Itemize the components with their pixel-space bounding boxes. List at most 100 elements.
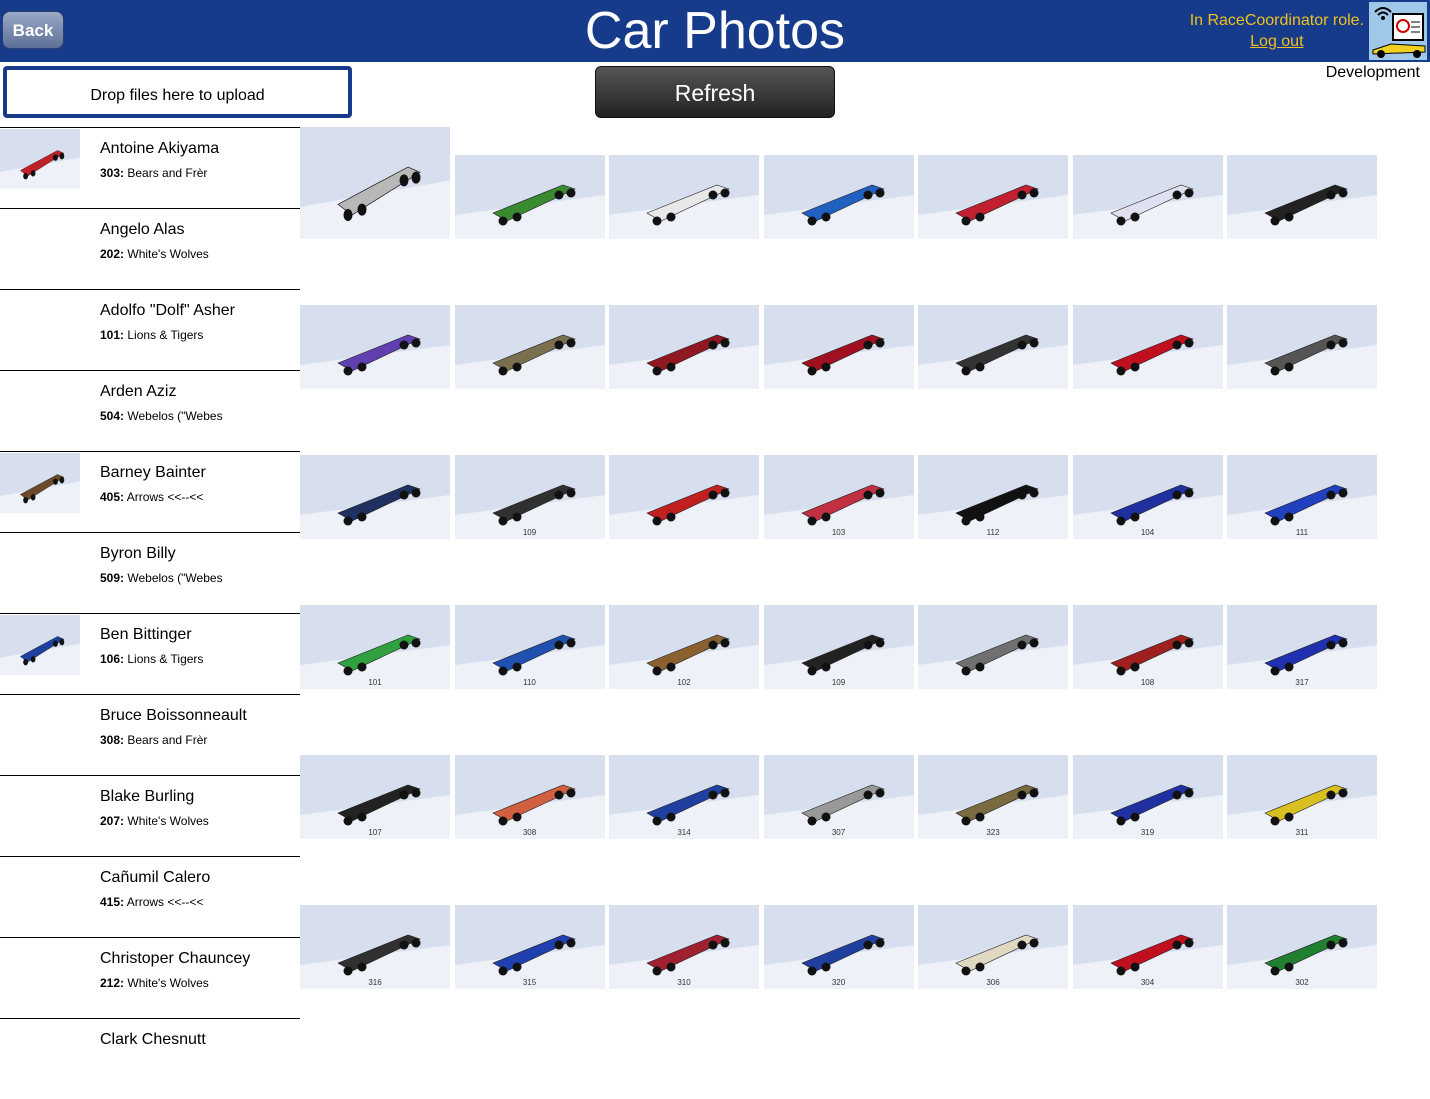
car-photo[interactable]: 103	[763, 455, 914, 539]
car-number-label: 314	[677, 828, 691, 837]
racer-name: Clark Chesnutt	[100, 1031, 206, 1048]
car-photo[interactable]	[1227, 155, 1377, 239]
racer-row[interactable]: Antoine Akiyama 303: Bears and Frèr	[0, 127, 300, 208]
den-name: White's Wolves	[127, 814, 209, 828]
car-photo[interactable]	[300, 305, 450, 389]
car-photo[interactable]: 323	[918, 755, 1068, 839]
car-photo[interactable]: 302	[1227, 905, 1377, 989]
racer-details: 504: Webelos ("Webes	[100, 409, 223, 423]
den-name: Arrows <<--<<	[126, 490, 204, 504]
car-number-label: 302	[1295, 978, 1309, 987]
car-photo[interactable]: 112	[918, 455, 1068, 539]
car-number-label: 311	[1295, 828, 1309, 837]
car-photo[interactable]: 310	[609, 905, 759, 989]
car-photo[interactable]: 315	[454, 905, 605, 989]
car-photo[interactable]: 109	[454, 455, 605, 539]
racer-row[interactable]: Arden Aziz 504: Webelos ("Webes	[0, 370, 300, 451]
racer-thumbnail	[0, 453, 80, 513]
racer-name: Adolfo "Dolf" Asher	[100, 302, 235, 319]
car-photo[interactable]: 320	[763, 905, 914, 989]
car-photo[interactable]	[609, 155, 759, 239]
car-photo[interactable]: 102	[609, 605, 759, 689]
racer-row[interactable]: Ben Bittinger 106: Lions & Tigers	[0, 613, 300, 694]
racer-row[interactable]: Bruce Boissonneault 308: Bears and Frèr	[0, 694, 300, 775]
racer-name: Christoper Chauncey	[100, 950, 251, 967]
racer-details: 207: White's Wolves	[100, 814, 209, 828]
racer-name: Bruce Boissonneault	[100, 707, 247, 724]
car-photo[interactable]: 111	[1227, 455, 1377, 539]
den-name: Bears and Frèr	[127, 733, 208, 747]
den-name: White's Wolves	[127, 976, 209, 990]
car-number-label: 316	[368, 978, 382, 987]
car-photo[interactable]: 319	[1072, 755, 1223, 839]
upload-dropzone[interactable]: Drop files here to upload	[3, 66, 352, 118]
car-photo[interactable]: 108	[1072, 605, 1223, 689]
den-name: Lions & Tigers	[127, 652, 204, 666]
den-name: Lions & Tigers	[127, 328, 204, 342]
racer-row[interactable]: Byron Billy 509: Webelos ("Webes	[0, 532, 300, 613]
racer-row[interactable]: Cañumil Calero 415: Arrows <<--<<	[0, 856, 300, 937]
car-photo[interactable]: 311	[1227, 755, 1377, 839]
logout-link[interactable]: Log out	[1190, 31, 1364, 52]
racer-thumbnail	[0, 129, 80, 189]
car-photo[interactable]: 107	[300, 755, 450, 839]
header-banner: Back Car Photos In RaceCoordinator role.…	[0, 0, 1430, 62]
car-photo[interactable]	[300, 127, 450, 239]
car-number: 106:	[100, 652, 125, 666]
car-photo[interactable]: 308	[454, 755, 605, 839]
car-photo[interactable]: 307	[763, 755, 914, 839]
den-name: Arrows <<--<<	[126, 895, 204, 909]
car-photo[interactable]	[609, 455, 759, 539]
racer-details: 106: Lions & Tigers	[100, 652, 203, 666]
car-number-label: 308	[522, 828, 537, 837]
car-number-label: 307	[831, 828, 846, 837]
car-number-label: 102	[677, 678, 691, 687]
car-photo[interactable]	[918, 305, 1068, 389]
car-photo[interactable]	[763, 155, 914, 239]
car-photo[interactable]	[454, 155, 605, 239]
car-photo[interactable]	[1227, 305, 1377, 389]
den-name: Webelos ("Webes	[127, 571, 223, 585]
car-photo[interactable]	[763, 305, 914, 389]
car-number-label: 110	[523, 678, 536, 687]
car-number: 202:	[100, 247, 125, 261]
car-photo[interactable]: 104	[1072, 455, 1223, 539]
racer-row[interactable]: Adolfo "Dolf" Asher 101: Lions & Tigers	[0, 289, 300, 370]
racer-details: 202: White's Wolves	[100, 247, 209, 261]
car-number-label: 306	[986, 978, 1000, 987]
car-photo[interactable]	[300, 455, 450, 539]
racer-name: Cañumil Calero	[100, 869, 211, 886]
car-number-label: 104	[1140, 528, 1155, 537]
den-name: Webelos ("Webes	[127, 409, 223, 423]
car-photo[interactable]: 304	[1072, 905, 1223, 989]
car-photo[interactable]	[918, 605, 1068, 689]
racer-thumbnail	[0, 615, 80, 675]
car-photo[interactable]: 316	[300, 905, 450, 989]
car-number-label: 112	[986, 528, 1000, 537]
den-name: White's Wolves	[127, 247, 209, 261]
car-photo[interactable]: 314	[609, 755, 759, 839]
car-number-label: 304	[1140, 978, 1155, 987]
car-photo[interactable]: 110	[454, 605, 605, 689]
role-text: In RaceCoordinator role.	[1189, 12, 1364, 29]
car-photo[interactable]	[454, 305, 605, 389]
car-photo[interactable]	[918, 155, 1068, 239]
racer-row[interactable]: Clark Chesnutt	[0, 1018, 300, 1099]
racer-row[interactable]: Blake Burling 207: White's Wolves	[0, 775, 300, 856]
car-photo[interactable]	[1072, 305, 1223, 389]
car-photo[interactable]: 306	[918, 905, 1068, 989]
car-photo[interactable]: 101	[300, 605, 450, 689]
car-number-label: 108	[1140, 678, 1155, 687]
car-photo[interactable]	[609, 305, 759, 389]
racer-row[interactable]: Barney Bainter 405: Arrows <<--<<	[0, 451, 300, 532]
timer-logo-icon[interactable]	[1368, 1, 1428, 61]
racer-row[interactable]: Angelo Alas 202: White's Wolves	[0, 208, 300, 289]
car-photo[interactable]: 317	[1227, 605, 1377, 689]
refresh-button[interactable]: Refresh	[595, 66, 835, 118]
car-number-label: 101	[368, 678, 382, 687]
racer-row[interactable]: Christoper Chauncey 212: White's Wolves	[0, 937, 300, 1018]
racer-name: Ben Bittinger	[100, 626, 192, 643]
car-photo[interactable]	[1072, 155, 1223, 239]
car-number: 207:	[100, 814, 125, 828]
car-photo[interactable]: 109	[763, 605, 914, 689]
